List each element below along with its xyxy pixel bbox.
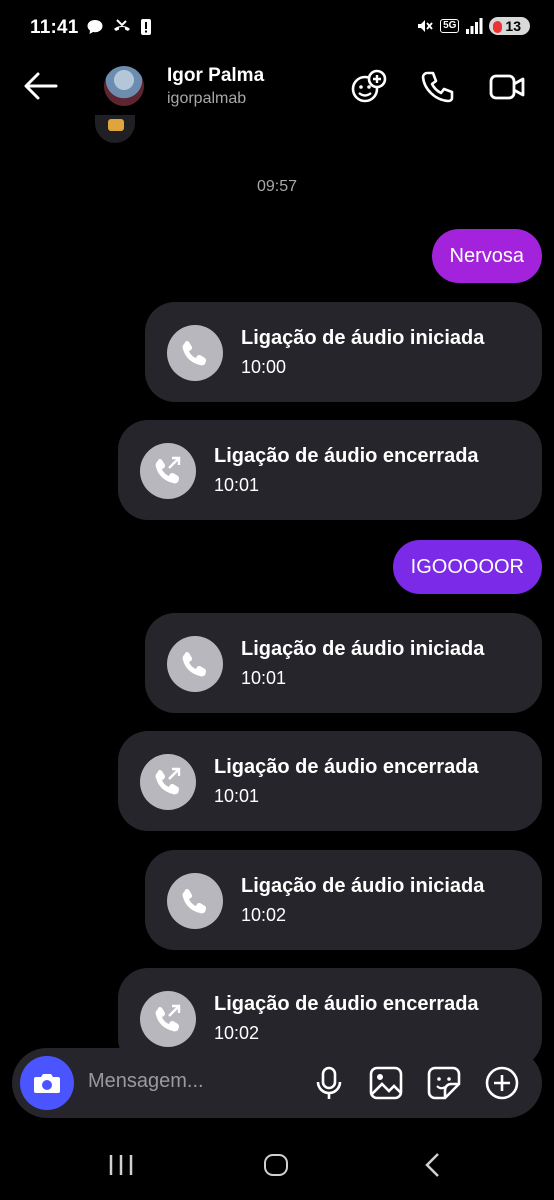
chat-bubble-icon bbox=[87, 20, 103, 34]
call-time: 10:00 bbox=[241, 357, 287, 377]
phone-outgoing-icon bbox=[140, 443, 196, 499]
previous-message-avatar bbox=[95, 115, 135, 143]
home-icon[interactable] bbox=[264, 1154, 288, 1176]
chat-header: Igor Palma igorpalmab bbox=[0, 58, 554, 120]
call-title: Ligação de áudio encerrada bbox=[214, 756, 479, 778]
call-title: Ligação de áudio iniciada bbox=[241, 638, 485, 660]
missed-call-icon bbox=[114, 19, 130, 31]
call-ended-card[interactable]: Ligação de áudio encerrada 10:01 bbox=[118, 731, 542, 831]
alert-icon bbox=[141, 19, 151, 35]
video-call-icon[interactable] bbox=[488, 68, 526, 106]
message-timestamp: 09:57 bbox=[256, 178, 298, 195]
message-input[interactable]: Mensagem... bbox=[88, 1070, 204, 1093]
add-icon[interactable] bbox=[483, 1064, 521, 1102]
call-title: Ligação de áudio encerrada bbox=[214, 445, 479, 467]
back-arrow-icon[interactable] bbox=[22, 70, 60, 102]
message-bubble[interactable]: IGOOOOOR bbox=[392, 540, 542, 594]
phone-call-icon[interactable] bbox=[418, 68, 456, 106]
contact-name[interactable]: Igor Palma bbox=[167, 65, 264, 87]
phone-icon bbox=[167, 873, 223, 929]
message-composer: Mensagem... bbox=[12, 1048, 542, 1118]
call-started-card[interactable]: Ligação de áudio iniciada 10:00 bbox=[145, 302, 542, 402]
status-indicators: 5G 13 bbox=[416, 17, 530, 35]
phone-icon bbox=[167, 325, 223, 381]
mute-icon bbox=[418, 20, 433, 32]
signal-icon bbox=[466, 18, 483, 34]
call-ended-card[interactable]: Ligação de áudio encerrada 10:01 bbox=[118, 420, 542, 520]
phone-icon bbox=[167, 636, 223, 692]
battery-level: 13 bbox=[505, 18, 521, 34]
call-started-card[interactable]: Ligação de áudio iniciada 10:02 bbox=[145, 850, 542, 950]
battery-indicator: 13 bbox=[489, 17, 530, 35]
phone-outgoing-icon bbox=[140, 991, 196, 1047]
camera-icon bbox=[34, 1074, 60, 1093]
status-bar: 11:41 5G 13 bbox=[0, 0, 554, 58]
call-title: Ligação de áudio encerrada bbox=[214, 993, 479, 1015]
call-time: 10:02 bbox=[241, 905, 287, 925]
nav-back-icon[interactable] bbox=[423, 1152, 441, 1178]
status-time: 11:41 bbox=[30, 17, 79, 38]
gallery-icon[interactable] bbox=[367, 1064, 405, 1102]
system-nav-bar bbox=[0, 1130, 554, 1200]
camera-button[interactable] bbox=[20, 1056, 74, 1110]
phone-outgoing-icon bbox=[140, 754, 196, 810]
status-notifications bbox=[86, 18, 152, 36]
call-time: 10:02 bbox=[214, 1023, 260, 1043]
contact-avatar[interactable] bbox=[104, 66, 144, 106]
call-time: 10:01 bbox=[214, 475, 260, 495]
call-time: 10:01 bbox=[241, 668, 287, 688]
recent-apps-icon[interactable] bbox=[108, 1154, 134, 1176]
contact-username[interactable]: igorpalmab bbox=[167, 90, 246, 108]
call-title: Ligação de áudio iniciada bbox=[241, 327, 485, 349]
sticker-icon[interactable] bbox=[425, 1064, 463, 1102]
call-time: 10:01 bbox=[214, 786, 260, 806]
call-title: Ligação de áudio iniciada bbox=[241, 875, 485, 897]
message-bubble[interactable]: Nervosa bbox=[431, 229, 542, 283]
network-type: 5G bbox=[440, 19, 460, 33]
add-people-icon[interactable] bbox=[350, 68, 388, 106]
microphone-icon[interactable] bbox=[310, 1064, 348, 1102]
call-started-card[interactable]: Ligação de áudio iniciada 10:01 bbox=[145, 613, 542, 713]
